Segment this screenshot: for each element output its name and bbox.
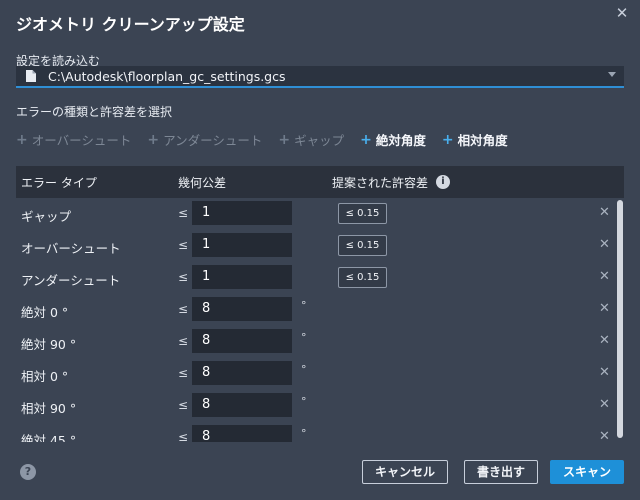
table-row: 絶対 90 ° ≤8 ° ✕ [16, 326, 624, 358]
row-operator: ≤ [178, 302, 189, 316]
suggested-tolerance-button[interactable]: ≤ 0.15 [338, 203, 387, 224]
plus-icon: + [147, 131, 160, 148]
row-error-type: 絶対 45 ° [21, 433, 77, 442]
remove-row-icon[interactable]: ✕ [599, 333, 610, 348]
plus-icon: + [441, 131, 454, 148]
row-error-type: ギャップ [21, 209, 72, 224]
table-row: 絶対 45 ° ≤8 ° ✕ [16, 422, 624, 442]
chevron-down-icon [608, 72, 616, 77]
settings-file-path: C:\Autodesk\floorplan_gc_settings.gcs [48, 68, 286, 84]
table-row: 相対 0 ° ≤8 ° ✕ [16, 358, 624, 390]
table-row: オーバーシュート ≤1 ≤ 0.15 ✕ [16, 230, 624, 262]
row-error-type: 絶対 90 ° [21, 337, 77, 352]
table-row: アンダーシュート ≤1 ≤ 0.15 ✕ [16, 262, 624, 294]
filter-label: 相対角度 [457, 133, 508, 148]
geometry-cleanup-settings-dialog: ジオメトリ クリーンアップ設定 ✕ 設定を読み込む C:\Autodesk\fl… [0, 0, 640, 500]
row-unit: ° [301, 331, 307, 344]
filter-absolute-angle[interactable]: + 絶対角度 [360, 130, 426, 149]
row-operator: ≤ [178, 334, 189, 348]
filter-label: ギャップ [294, 133, 345, 148]
tolerance-input[interactable]: 8 [192, 297, 292, 321]
row-error-type: アンダーシュート [21, 273, 121, 288]
row-unit: ° [301, 299, 307, 312]
filter-label: オーバーシュート [31, 133, 132, 148]
remove-row-icon[interactable]: ✕ [599, 429, 610, 442]
settings-file-dropdown[interactable]: C:\Autodesk\floorplan_gc_settings.gcs [16, 66, 624, 88]
plus-icon: + [360, 131, 372, 148]
remove-row-icon[interactable]: ✕ [599, 205, 610, 220]
row-unit: ° [301, 363, 307, 376]
remove-row-icon[interactable]: ✕ [599, 301, 610, 316]
tolerance-input[interactable]: 8 [192, 425, 292, 442]
file-icon [26, 70, 36, 82]
row-error-type: 相対 0 ° [21, 369, 69, 384]
close-icon[interactable]: ✕ [614, 5, 630, 21]
tolerance-input[interactable]: 1 [192, 201, 292, 225]
row-operator: ≤ [178, 366, 189, 380]
row-operator: ≤ [178, 238, 189, 252]
cancel-button[interactable]: キャンセル [362, 460, 448, 484]
header-error-type: エラー タイプ [21, 175, 97, 190]
filter-label: 絶対角度 [375, 133, 426, 148]
table-row: ギャップ ≤1 ≤ 0.15 ✕ [16, 198, 624, 230]
info-icon[interactable]: i [436, 175, 451, 189]
tolerance-input[interactable]: 8 [192, 393, 292, 417]
filter-gap[interactable]: + ギャップ [278, 130, 344, 149]
row-operator: ≤ [178, 270, 189, 284]
row-operator: ≤ [178, 398, 189, 412]
table-scrollbar[interactable] [616, 198, 624, 442]
plus-icon: + [16, 131, 28, 148]
table-row: 相対 90 ° ≤8 ° ✕ [16, 390, 624, 422]
tolerance-input[interactable]: 1 [192, 265, 292, 289]
tolerance-input[interactable]: 8 [192, 361, 292, 385]
help-icon[interactable]: ? [20, 464, 36, 480]
table-row: 絶対 0 ° ≤8 ° ✕ [16, 294, 624, 326]
filter-label: アンダーシュート [163, 133, 263, 148]
header-tolerance: 幾何公差 [178, 175, 227, 190]
error-type-filters: + オーバーシュート + アンダーシュート + ギャップ + 絶対角度 + 相対角度 [16, 130, 524, 149]
row-error-type: 絶対 0 ° [21, 305, 69, 320]
remove-row-icon[interactable]: ✕ [599, 365, 610, 380]
suggested-tolerance-button[interactable]: ≤ 0.15 [338, 235, 387, 256]
remove-row-icon[interactable]: ✕ [599, 269, 610, 284]
dialog-footer: ? キャンセル 書き出す スキャン [0, 450, 640, 500]
dialog-title: ジオメトリ クリーンアップ設定 [16, 15, 245, 34]
tolerance-input[interactable]: 1 [192, 233, 292, 257]
row-error-type: オーバーシュート [21, 241, 121, 256]
filter-undershoot[interactable]: + アンダーシュート [147, 130, 262, 149]
header-suggested-label: 提案された許容差 [332, 175, 429, 190]
table-header: エラー タイプ 幾何公差 提案された許容差 i [16, 166, 624, 198]
row-operator: ≤ [178, 206, 189, 220]
plus-icon: + [278, 131, 291, 148]
tolerance-input[interactable]: 8 [192, 329, 292, 353]
filter-relative-angle[interactable]: + 相対角度 [442, 130, 508, 149]
suggested-tolerance-button[interactable]: ≤ 0.15 [338, 267, 387, 288]
scrollbar-thumb[interactable] [617, 200, 623, 438]
row-operator: ≤ [178, 430, 189, 442]
error-types-label: エラーの種類と許容差を選択 [16, 105, 173, 119]
row-error-type: 相対 90 ° [21, 401, 77, 416]
remove-row-icon[interactable]: ✕ [599, 397, 610, 412]
export-button[interactable]: 書き出す [464, 460, 538, 484]
tolerance-table: エラー タイプ 幾何公差 提案された許容差 i ギャップ ≤1 ≤ 0.15 ✕ オーバ… [16, 166, 624, 442]
row-unit: ° [301, 395, 307, 408]
row-unit: ° [301, 427, 307, 440]
header-suggested: 提案された許容差 i [332, 174, 451, 191]
filter-overshoot[interactable]: + オーバーシュート [16, 130, 131, 149]
remove-row-icon[interactable]: ✕ [599, 237, 610, 252]
scan-button[interactable]: スキャン [550, 460, 624, 484]
